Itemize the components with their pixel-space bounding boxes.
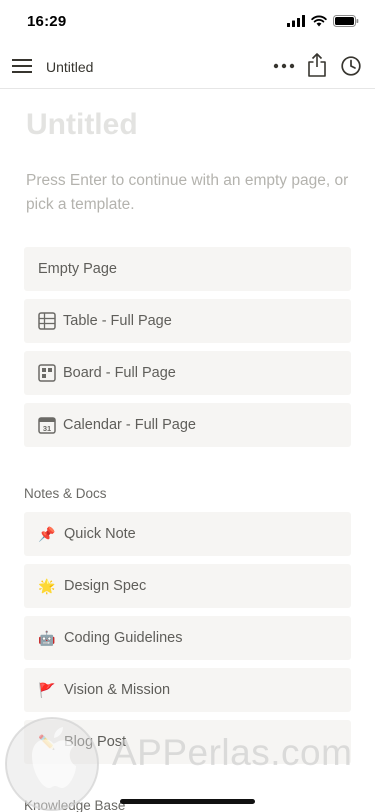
status-icons (287, 15, 359, 27)
nav-page-title[interactable]: Untitled (46, 59, 93, 75)
glowing-star-icon: 🌟 (38, 578, 56, 594)
coding-guidelines-label: Coding Guidelines (64, 630, 183, 646)
robot-icon: 🤖 (38, 630, 56, 646)
page-title-placeholder[interactable]: Untitled (26, 108, 138, 142)
flag-icon: 🚩 (38, 682, 56, 698)
cellular-signal-icon (287, 15, 305, 27)
status-bar: 16:29 (0, 0, 375, 44)
blog-post-label: Blog Post (64, 734, 127, 750)
svg-text:31: 31 (43, 424, 51, 433)
board-full-page-label: Board - Full Page (63, 365, 176, 381)
calendar-icon: 31 (38, 416, 56, 434)
calendar-full-page-option[interactable]: 31 Calendar - Full Page (24, 403, 351, 447)
hamburger-menu-icon[interactable] (12, 55, 32, 77)
page-hint-text: Press Enter to continue with an empty pa… (26, 172, 349, 213)
vision-mission-label: Vision & Mission (64, 682, 171, 698)
design-spec-label: Design Spec (64, 578, 147, 594)
calendar-full-page-label: Calendar - Full Page (63, 417, 196, 433)
pencil-icon: ✏️ (38, 734, 56, 750)
pushpin-icon: 📌 (38, 526, 56, 542)
board-full-page-option[interactable]: Board - Full Page (24, 351, 351, 395)
table-full-page-option[interactable]: Table - Full Page (24, 299, 351, 343)
empty-page-label: Empty Page (38, 261, 117, 277)
top-nav-bar: Untitled (0, 44, 375, 89)
share-icon[interactable] (306, 52, 328, 78)
wifi-icon (311, 15, 327, 27)
vision-mission-template[interactable]: 🚩 Vision & Mission (24, 668, 351, 712)
home-indicator[interactable] (120, 799, 255, 804)
empty-page-option[interactable]: Empty Page (24, 247, 351, 291)
table-full-page-label: Table - Full Page (63, 313, 172, 329)
more-options-icon[interactable] (272, 56, 296, 76)
coding-guidelines-template[interactable]: 🤖 Coding Guidelines (24, 616, 351, 660)
history-clock-icon[interactable] (340, 55, 362, 77)
status-time: 16:29 (27, 13, 67, 30)
section-header-notes-docs: Notes & Docs (24, 486, 107, 501)
table-icon (38, 312, 56, 330)
design-spec-template[interactable]: 🌟 Design Spec (24, 564, 351, 608)
section-header-knowledge-base: Knowledge Base (24, 798, 126, 812)
board-icon (38, 364, 56, 382)
blog-post-template[interactable]: ✏️ Blog Post (24, 720, 351, 764)
battery-icon (333, 15, 359, 27)
quick-note-label: Quick Note (64, 526, 136, 542)
quick-note-template[interactable]: 📌 Quick Note (24, 512, 351, 556)
